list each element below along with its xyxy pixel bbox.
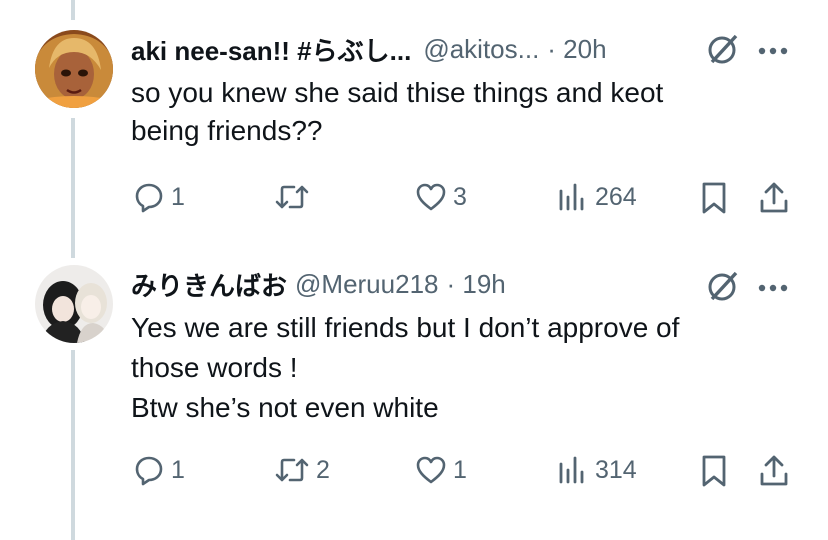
retweet-count: 2 (316, 455, 330, 484)
tweet[interactable]: みりきんばお @Meruu218 · 19h Yes we are still … (0, 250, 828, 540)
timestamp[interactable]: · 20h (547, 34, 606, 65)
grok-icon[interactable] (706, 269, 740, 308)
retweet-icon (275, 458, 309, 482)
share-button[interactable] (758, 454, 790, 488)
retweet-button[interactable]: 2 (274, 454, 330, 486)
display-name[interactable]: みりきんばお (131, 266, 287, 303)
tweet-text: so you knew she said thise things and ke… (131, 74, 791, 150)
reply-count: 1 (171, 455, 185, 484)
tweet-text-line: Yes we are still friends but I don’t app… (131, 312, 680, 343)
tweet-text-line: so you knew she said thise things and ke… (131, 77, 664, 108)
reply-icon (135, 456, 163, 486)
views-button[interactable]: 264 (557, 181, 637, 213)
like-button[interactable]: 3 (415, 181, 467, 213)
timestamp[interactable]: · 19h (447, 269, 506, 300)
retweet-button[interactable] (274, 181, 316, 213)
avatar[interactable] (35, 30, 113, 108)
user-handle[interactable]: @akitos... (423, 34, 539, 65)
views-icon (559, 183, 584, 211)
reply-count: 1 (171, 182, 185, 211)
share-button[interactable] (758, 181, 790, 215)
user-handle[interactable]: @Meruu218 (295, 269, 438, 300)
reply-button[interactable]: 1 (133, 181, 185, 213)
like-count: 3 (453, 182, 467, 211)
share-icon (760, 182, 788, 213)
tweet-text-line: those words ! (131, 352, 298, 383)
reply-button[interactable]: 1 (133, 454, 185, 486)
retweet-icon (275, 185, 309, 209)
action-bar: 1 3 264 (0, 181, 828, 221)
bookmark-button[interactable] (700, 181, 728, 215)
avatar[interactable] (35, 265, 113, 343)
views-button[interactable]: 314 (557, 454, 637, 486)
action-bar: 1 2 1 314 (0, 454, 828, 494)
tweet-text: Yes we are still friends but I don’t app… (131, 308, 791, 428)
like-icon (416, 456, 446, 484)
bookmark-icon (702, 182, 726, 214)
tweet-text-line: Btw she’s not even white (131, 392, 439, 423)
views-icon (559, 456, 584, 484)
like-icon (416, 183, 446, 211)
like-button[interactable]: 1 (415, 454, 467, 486)
bookmark-button[interactable] (700, 454, 728, 488)
bookmark-icon (702, 455, 726, 487)
like-count: 1 (453, 455, 467, 484)
tweet-text-line: being friends?? (131, 115, 323, 146)
views-count: 314 (595, 455, 637, 484)
more-icon[interactable] (758, 280, 788, 298)
more-icon[interactable] (758, 43, 788, 61)
grok-icon[interactable] (706, 32, 740, 71)
tweet[interactable]: aki nee-san!! #らぶし... @akitos... · 20h s… (0, 0, 828, 250)
views-count: 264 (595, 182, 637, 211)
display-name[interactable]: aki nee-san!! #らぶし... (131, 31, 411, 68)
share-icon (760, 455, 788, 486)
reply-icon (135, 183, 163, 213)
